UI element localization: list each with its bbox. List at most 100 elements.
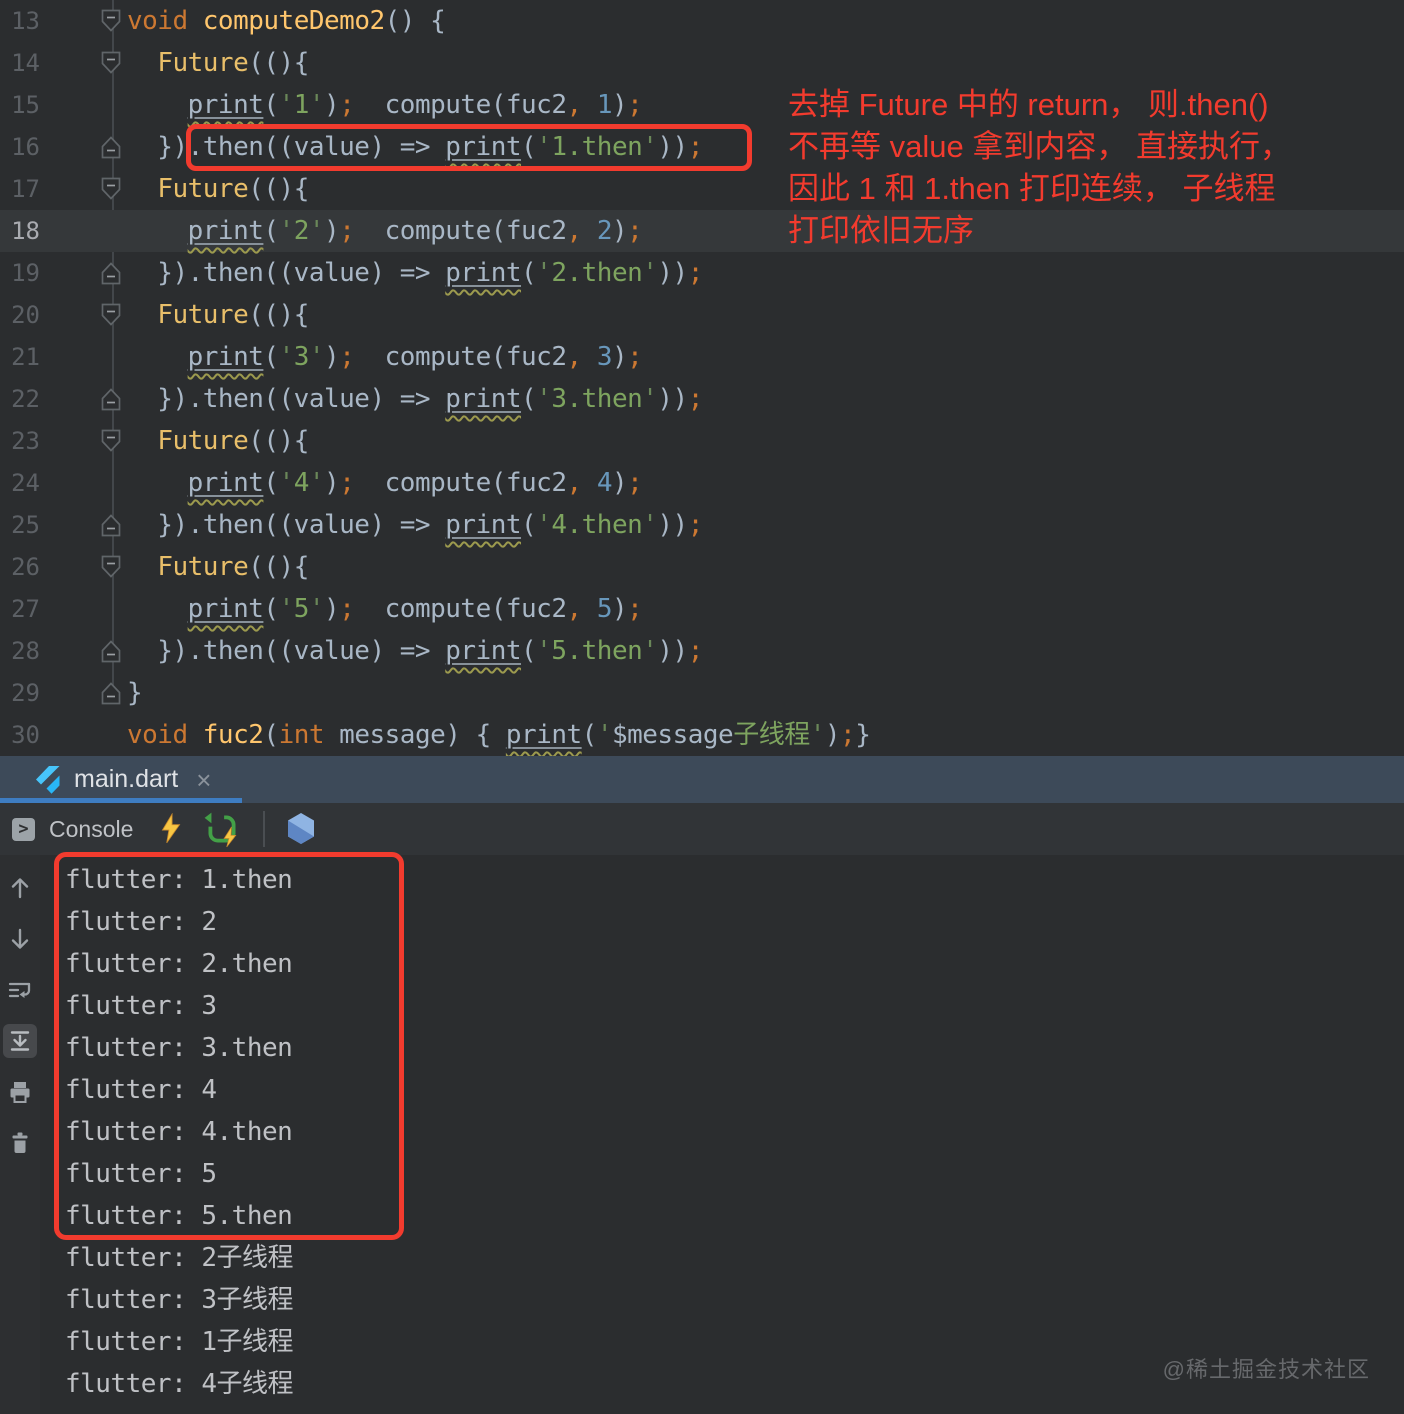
fold-marker-icon[interactable] [40,504,127,546]
line-number: 26 [11,553,40,581]
fold-marker-icon[interactable] [40,168,127,210]
console-output: flutter: 1.then flutter: 2 flutter: 2.then… [40,855,294,1414]
hot-reload-icon[interactable] [159,813,183,845]
code-line[interactable]: 24 print('4'); compute(fuc2, 4); [0,462,1404,504]
fold-marker-icon[interactable] [40,420,127,462]
hot-restart-icon[interactable] [203,810,241,848]
line-number: 28 [11,637,40,665]
code-line[interactable]: 15 print('1'); compute(fuc2, 1); [0,84,1404,126]
line-number: 23 [11,427,40,455]
scroll-down-icon[interactable] [3,922,37,956]
console-tab-label: Console [49,815,134,842]
watermark: @稀土掘金技术社区 [1162,1357,1370,1382]
fold-marker-icon[interactable] [40,252,127,294]
line-number: 15 [11,91,40,119]
soft-wrap-icon[interactable] [3,973,37,1007]
code-text: print('1'); compute(fuc2, 1); [187,90,643,120]
fold-gutter [40,84,127,126]
line-number: 21 [11,343,40,371]
console-line: flutter: 2 [65,907,217,937]
console-line: flutter: 4子线程 [65,1369,294,1399]
close-icon[interactable]: × [196,767,211,793]
line-number: 20 [11,301,40,329]
line-number: 29 [11,679,40,707]
code-text: } [127,678,143,708]
code-line[interactable]: 29} [0,672,1404,714]
fold-gutter [40,462,127,504]
console-line: flutter: 5.then [65,1201,293,1231]
console-line: flutter: 1.then [65,865,293,895]
line-number: 13 [11,7,40,35]
code-line[interactable]: 23 Future((){ [0,420,1404,462]
fold-marker-icon[interactable] [40,672,127,714]
code-line[interactable]: 14 Future((){ [0,42,1404,84]
tab-main-dart[interactable]: main.dart × [0,756,242,803]
run-toolbar: > Console [0,803,1404,855]
code-text: Future((){ [157,300,309,330]
fold-gutter [40,588,127,630]
console-line: flutter: 5 [65,1159,217,1189]
code-text: }).then((value) => print('1.then')); [127,132,703,162]
line-number: 25 [11,511,40,539]
code-line[interactable]: 13 void computeDemo2() { [0,0,1404,42]
code-text: }).then((value) => print('4.then')); [127,510,703,540]
console-line: flutter: 2子线程 [65,1243,294,1273]
console-line: flutter: 3.then [65,1033,293,1063]
console-line: flutter: 4 [65,1075,217,1105]
code-line[interactable]: 28 }).then((value) => print('5.then')); [0,630,1404,672]
code-text: }).then((value) => print('3.then')); [127,384,703,414]
fold-marker-icon[interactable] [40,42,127,84]
code-line[interactable]: 18 print('2'); compute(fuc2, 2); [0,210,1404,252]
clear-console-icon[interactable] [3,1126,37,1160]
code-line[interactable]: 25 }).then((value) => print('4.then')); [0,504,1404,546]
fold-marker-icon[interactable] [40,378,127,420]
code-line[interactable]: 30 void fuc2(int message) { print('$messa… [0,714,1404,756]
ide-window: 13 void computeDemo2() {14 Future((){15 p… [0,0,1404,1414]
line-number: 17 [11,175,40,203]
code-text: print('5'); compute(fuc2, 5); [187,594,643,624]
print-icon[interactable] [3,1075,37,1109]
fold-marker-icon[interactable] [40,126,127,168]
code-line[interactable]: 26 Future((){ [0,546,1404,588]
flutter-icon [36,765,62,795]
code-text: void fuc2(int message) { print('$message… [127,720,871,750]
editor-code: 13 void computeDemo2() {14 Future((){15 p… [0,0,1404,756]
code-line[interactable]: 22 }).then((value) => print('3.then')); [0,378,1404,420]
console-line: flutter: 3 [65,991,217,1021]
fold-marker-icon[interactable] [40,546,127,588]
code-text: Future((){ [157,48,309,78]
fold-marker-icon[interactable] [40,294,127,336]
console-line: flutter: 2.then [65,949,293,979]
line-number: 27 [11,595,40,623]
code-text: Future((){ [157,426,309,456]
fold-marker-icon[interactable] [40,0,127,42]
line-number: 14 [11,49,40,77]
code-line[interactable]: 16 }).then((value) => print('1.then')); [0,126,1404,168]
fold-marker-icon[interactable] [40,630,127,672]
code-text: print('4'); compute(fuc2, 4); [187,468,643,498]
fold-gutter [40,336,127,378]
code-editor[interactable]: 13 void computeDemo2() {14 Future((){15 p… [0,0,1404,756]
tab-console[interactable]: > Console [12,816,133,843]
code-line[interactable]: 20 Future((){ [0,294,1404,336]
code-text: print('3'); compute(fuc2, 3); [187,342,643,372]
line-number: 19 [11,259,40,287]
line-number: 18 [11,217,40,245]
code-line[interactable]: 21 print('3'); compute(fuc2, 3); [0,336,1404,378]
fold-gutter [40,210,127,252]
code-line[interactable]: 17 Future((){ [0,168,1404,210]
code-text: void computeDemo2() { [127,6,446,36]
console-line: flutter: 1子线程 [65,1327,294,1357]
code-text: print('2'); compute(fuc2, 2); [187,216,643,246]
line-number: 24 [11,469,40,497]
code-line[interactable]: 19 }).then((value) => print('2.then')); [0,252,1404,294]
line-number: 30 [11,721,40,749]
code-line[interactable]: 27 print('5'); compute(fuc2, 5); [0,588,1404,630]
code-text: }).then((value) => print('2.then')); [127,258,703,288]
scroll-up-icon[interactable] [3,871,37,905]
code-text: Future((){ [157,174,309,204]
console-line: flutter: 4.then [65,1117,293,1147]
devtools-icon[interactable] [285,812,317,846]
scroll-to-end-icon[interactable] [3,1024,37,1058]
tab-label: main.dart [74,765,179,793]
